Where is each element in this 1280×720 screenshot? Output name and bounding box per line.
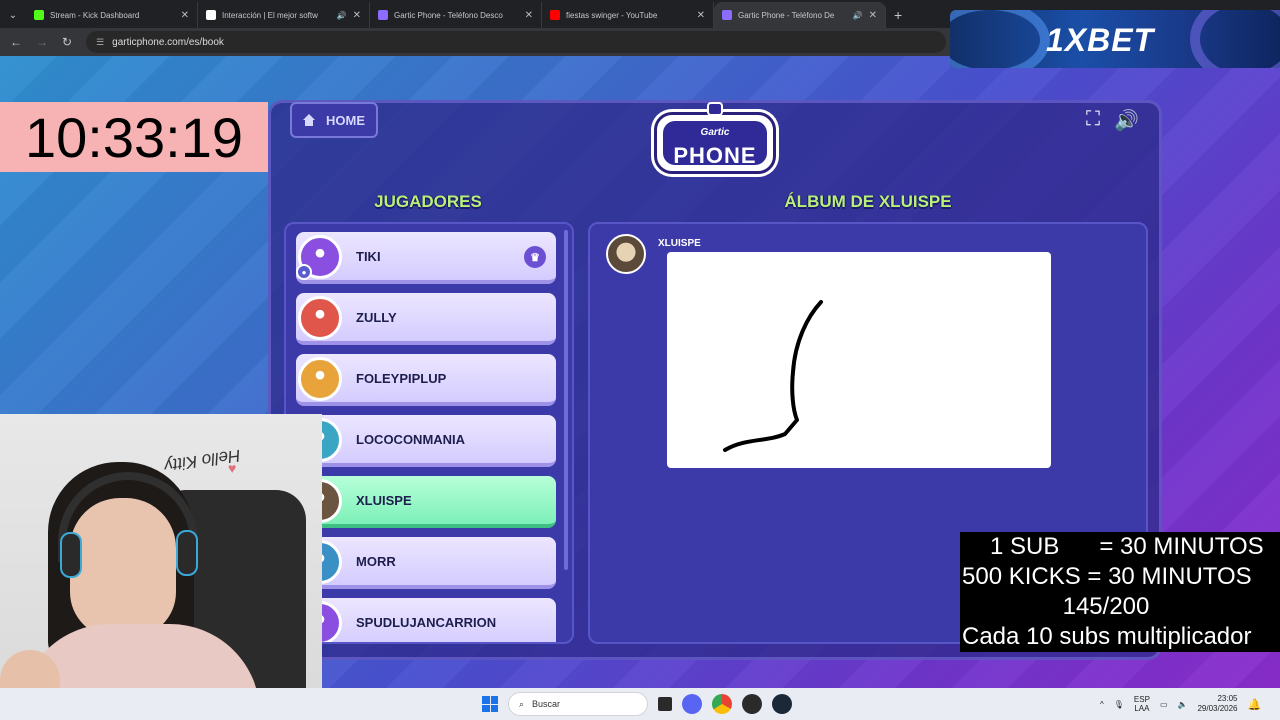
tab-audio-icon[interactable]: 🔊 — [853, 11, 863, 20]
tab-audio-icon[interactable]: 🔊 — [337, 11, 347, 20]
clock-time: 23:05 — [1217, 694, 1238, 703]
windows-taskbar: ⌕ Buscar ^ 🎙 ESP LAA ▭ 🔈 23:05 29/03/202… — [0, 688, 1280, 720]
tab-favicon-icon — [206, 10, 216, 20]
info-line-multiplier: Cada 10 subs multiplicador — [962, 623, 1252, 650]
lang-top: ESP — [1133, 695, 1150, 704]
player-name: LOCOCONMANIA — [356, 431, 466, 447]
player-row: XLUISPE — [296, 476, 556, 528]
task-view-icon[interactable] — [658, 697, 672, 711]
player-row: SPUDLUJANCARRION — [296, 598, 556, 642]
player-name: FOLEYPIPLUP — [356, 370, 447, 386]
tray-chevron-icon[interactable]: ^ — [1100, 700, 1104, 709]
tab-title: Interacción | El mejor softw — [222, 10, 318, 20]
obs-icon[interactable] — [742, 694, 762, 714]
browser-tab[interactable]: fiestas swinger - YouTube ✕ — [542, 2, 714, 28]
url-text: garticphone.com/es/book — [112, 36, 224, 48]
tab-title: fiestas swinger - YouTube — [566, 10, 658, 20]
chrome-icon[interactable] — [712, 694, 732, 714]
players-list: ● TIKI ♛ ZULLY FOLEYPIPLUP LOCOCONMANIA XLUISP… — [284, 222, 574, 644]
tab-close-icon[interactable]: ✕ — [869, 10, 877, 21]
home-icon — [302, 114, 316, 126]
tab-title: Gartic Phone - Teléfono Desco — [394, 10, 503, 20]
reload-icon[interactable]: ↻ — [62, 35, 72, 49]
gartic-phone-logo: Gartic PHONE — [654, 102, 776, 176]
tab-favicon-icon — [378, 10, 388, 20]
clock-date: 29/03/2026 — [1197, 704, 1238, 713]
self-user-icon: ● — [296, 264, 312, 280]
tab-close-icon[interactable]: ✕ — [181, 10, 189, 21]
new-tab-button[interactable]: + — [886, 2, 910, 28]
discord-icon[interactable] — [682, 694, 702, 714]
lang-bottom: LAA — [1134, 704, 1150, 713]
back-arrow-icon[interactable]: ← — [10, 35, 22, 49]
steam-icon[interactable] — [772, 694, 792, 714]
volume-icon[interactable]: 🔊 — [1114, 108, 1139, 133]
players-scrollbar[interactable] — [564, 230, 568, 570]
tab-favicon-icon — [722, 10, 732, 20]
browser-tab[interactable]: Interacción | El mejor softw 🔊 ✕ — [198, 2, 370, 28]
drawing-canvas — [667, 252, 1051, 468]
tab-favicon-icon — [550, 10, 560, 20]
player-name: TIKI — [356, 248, 381, 264]
tab-title: Stream - Kick Dashboard — [50, 10, 140, 20]
tab-title: Gartic Phone - Teléfono De — [738, 10, 835, 20]
player-row: FOLEYPIPLUP — [296, 354, 556, 406]
network-icon[interactable]: ▭ — [1160, 700, 1168, 709]
taskbar-search[interactable]: ⌕ Buscar — [508, 692, 648, 716]
search-icon: ⌕ — [519, 698, 525, 709]
browser-tab[interactable]: Gartic Phone - Teléfono De 🔊 ✕ — [714, 2, 886, 28]
notifications-icon[interactable]: 🔔 — [1248, 698, 1262, 711]
windows-start-icon[interactable] — [482, 696, 498, 712]
logo-phone-text: PHONE — [673, 143, 757, 168]
player-row: MORR — [296, 537, 556, 589]
album-author-name: XLUISPE — [658, 238, 701, 249]
site-info-icon[interactable]: ☰ — [96, 37, 104, 48]
player-avatar — [298, 357, 342, 401]
microphone-icon[interactable]: 🎙 — [1114, 700, 1124, 709]
player-avatar — [298, 296, 342, 340]
stream-timer: 10:33:19 — [0, 102, 268, 172]
clock[interactable]: 23:05 29/03/2026 — [1197, 694, 1237, 714]
sponsor-text: 1XBET — [1046, 22, 1155, 58]
players-heading: JUGADORES — [374, 192, 482, 211]
info-line-sub: 1 SUB = 30 MINUTOS — [990, 533, 1264, 560]
player-name: ZULLY — [356, 309, 397, 325]
player-row: LOCOCONMANIA — [296, 415, 556, 467]
player-name: MORR — [356, 553, 396, 569]
tab-close-icon[interactable]: ✕ — [525, 10, 533, 21]
drawing-stroke — [723, 300, 823, 452]
webcam-feed: Hello Kitty ♥ — [0, 414, 322, 720]
subathon-info: 1 SUB = 30 MINUTOS 500 KICKS = 30 MINUTO… — [960, 532, 1280, 652]
home-button[interactable]: HOME — [290, 102, 378, 138]
tab-search-menu-icon[interactable]: ⌄ — [0, 2, 26, 28]
album-heading: ÁLBUM DE XLUISPE — [784, 192, 952, 211]
player-row: ZULLY — [296, 293, 556, 345]
player-name: SPUDLUJANCARRION — [356, 614, 497, 630]
forward-arrow-icon[interactable]: → — [36, 35, 48, 49]
tab-favicon-icon — [34, 10, 44, 20]
tab-close-icon[interactable]: ✕ — [697, 10, 705, 21]
fullscreen-icon[interactable]: ⛶ — [1086, 108, 1100, 133]
info-line-kicks: 500 KICKS = 30 MINUTOS — [962, 563, 1252, 590]
home-label: HOME — [326, 112, 365, 128]
player-row: ● TIKI ♛ — [296, 232, 556, 284]
info-line-progress: 145/200 — [1062, 593, 1150, 620]
address-bar[interactable]: ☰ garticphone.com/es/book — [86, 31, 947, 53]
heart-icon: ♥ — [228, 460, 237, 476]
player-name: XLUISPE — [356, 492, 412, 508]
language-indicator[interactable]: ESP LAA — [1134, 695, 1150, 713]
logo-gartic-text: Gartic — [700, 127, 730, 138]
browser-tab[interactable]: Stream - Kick Dashboard ✕ — [26, 2, 198, 28]
album-author-avatar — [606, 234, 646, 274]
host-crown-icon: ♛ — [524, 246, 546, 268]
tab-close-icon[interactable]: ✕ — [353, 10, 361, 21]
search-placeholder: Buscar — [532, 699, 561, 709]
speaker-icon[interactable]: 🔈 — [1178, 700, 1188, 709]
sponsor-banner: 1XBET — [950, 10, 1280, 68]
browser-tab[interactable]: Gartic Phone - Teléfono Desco ✕ — [370, 2, 542, 28]
